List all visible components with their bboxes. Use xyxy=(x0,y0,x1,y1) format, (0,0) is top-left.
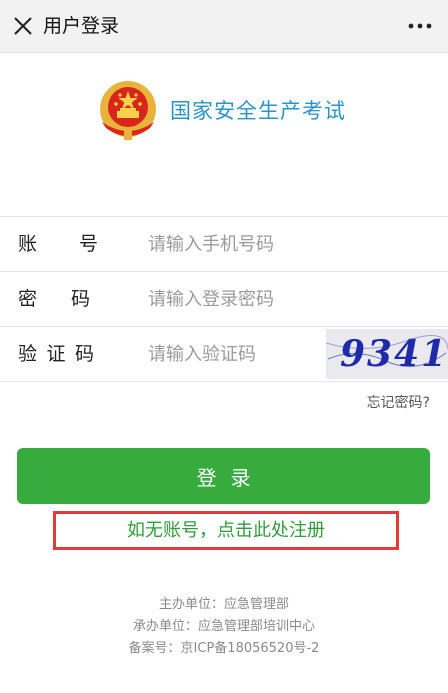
brand-title: 国家安全生产考试 xyxy=(170,99,346,123)
login-form: 账 号 密 码 验 证 码 9341 xyxy=(0,216,448,382)
account-row: 账 号 xyxy=(0,217,448,272)
footer: 主办单位：应急管理部 承办单位：应急管理部培训中心 备案号：京ICP备18056… xyxy=(0,594,448,660)
captcha-image[interactable]: 9341 xyxy=(326,329,448,379)
close-icon[interactable] xyxy=(12,15,34,37)
captcha-input[interactable] xyxy=(148,337,318,371)
footer-sponsor: 主办单位：应急管理部 xyxy=(158,597,289,612)
more-icon[interactable] xyxy=(408,22,432,30)
national-emblem-icon xyxy=(100,81,156,140)
footer-icp: 备案号：京ICP备18056520号-2 xyxy=(128,641,320,656)
register-highlight-box: 如无账号，点击此处注册 xyxy=(53,511,399,550)
top-navigation-bar: 用户登录 xyxy=(0,0,448,53)
account-label: 账 号 xyxy=(18,233,98,255)
page-title: 用户登录 xyxy=(43,15,120,37)
login-button[interactable]: 登录 xyxy=(17,448,430,504)
footer-organizer: 承办单位：应急管理部培训中心 xyxy=(132,619,315,634)
password-label: 密 码 xyxy=(18,288,90,310)
captcha-label: 验 证 码 xyxy=(18,343,94,365)
password-input[interactable] xyxy=(148,282,428,316)
account-input[interactable] xyxy=(148,227,428,261)
register-link[interactable]: 如无账号，点击此处注册 xyxy=(56,514,396,547)
captcha-row: 验 证 码 9341 xyxy=(0,327,448,382)
forgot-password-link[interactable]: 忘记密码? xyxy=(367,392,430,412)
password-row: 密 码 xyxy=(0,272,448,327)
captcha-code: 9341 xyxy=(340,333,448,375)
